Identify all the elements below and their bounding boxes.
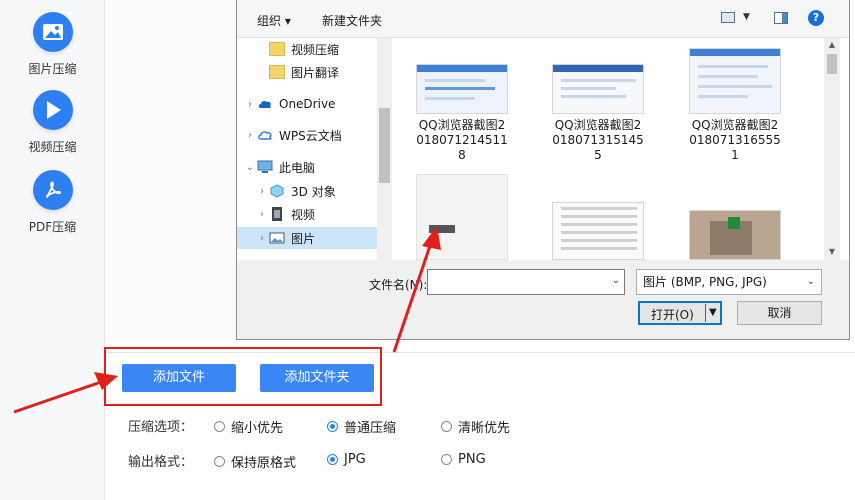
open-button[interactable]: 打开(O) ▼ xyxy=(638,301,722,325)
folder-icon xyxy=(269,65,285,79)
file-open-dialog: 组织 ▾ 新建文件夹 ▼ ? 视频压缩 图片翻译 › OneDrive › WP… xyxy=(236,0,850,340)
file-name: QQ浏览器截图20180713165551 xyxy=(689,118,781,162)
file-item[interactable]: QQ浏览器截图20180713165551 xyxy=(689,48,781,163)
file-thumbnail xyxy=(552,64,644,114)
chevron-down-icon[interactable]: ⌄ xyxy=(807,270,815,294)
file-name: QQ浏览器截图20180712145118 xyxy=(416,118,508,162)
cancel-button[interactable]: 取消 xyxy=(737,301,822,325)
file-list: QQ浏览器截图20180712145118 QQ浏览器截图20180713151… xyxy=(392,38,849,260)
cloud-icon xyxy=(258,100,271,108)
computer-icon xyxy=(257,160,273,173)
sidebar-item-label: 视频压缩 xyxy=(28,140,77,154)
sidebar-item-pdf-compress[interactable]: PDF压缩 xyxy=(0,170,105,235)
view-dropdown-icon[interactable]: ▼ xyxy=(743,12,750,22)
filename-label: 文件名(N): xyxy=(369,278,428,292)
nav-item-pictures[interactable]: › 图片 xyxy=(237,227,377,249)
file-list-scrollbar[interactable]: ▲ ▼ xyxy=(824,38,840,260)
radio-normal-compress[interactable]: 普通压缩 xyxy=(327,417,396,436)
radio-icon xyxy=(441,454,452,465)
scroll-up-icon[interactable]: ▲ xyxy=(824,38,840,52)
annotation-highlight-box xyxy=(104,347,382,406)
chevron-right-icon[interactable]: › xyxy=(255,186,269,197)
chevron-right-icon[interactable]: › xyxy=(255,233,269,244)
nav-scrollbar[interactable] xyxy=(377,38,392,260)
nav-item-videos[interactable]: › 视频 xyxy=(237,203,377,225)
sidebar-item-label: 图片压缩 xyxy=(28,62,77,76)
radio-selected-icon xyxy=(327,421,338,432)
filename-input[interactable]: ⌄ xyxy=(427,269,625,295)
output-format-label: 输出格式： xyxy=(128,455,194,470)
nav-item-onedrive[interactable]: › OneDrive xyxy=(237,93,377,115)
film-icon xyxy=(272,207,282,221)
sidebar-item-video-compress[interactable]: 视频压缩 xyxy=(0,90,105,155)
chevron-down-icon[interactable]: ⌄ xyxy=(612,275,620,286)
play-icon xyxy=(32,90,73,130)
open-dropdown-icon[interactable]: ▼ xyxy=(709,307,717,318)
file-item[interactable] xyxy=(689,210,781,260)
chevron-right-icon[interactable]: › xyxy=(243,130,257,141)
cube-icon xyxy=(270,184,284,198)
nav-item-video-compress[interactable]: 视频压缩 xyxy=(237,38,377,60)
compress-options-row: 压缩选项： xyxy=(128,416,214,435)
file-list-scroll-thumb[interactable] xyxy=(827,54,837,74)
chevron-down-icon[interactable]: ⌄ xyxy=(243,162,257,173)
help-icon[interactable]: ? xyxy=(808,10,824,26)
file-thumbnail xyxy=(689,210,781,260)
nav-scroll-thumb[interactable] xyxy=(379,108,390,183)
radio-keep-format[interactable]: 保持原格式 xyxy=(214,452,296,471)
radio-icon xyxy=(214,421,225,432)
nav-item-3d-objects[interactable]: › 3D 对象 xyxy=(237,180,377,202)
output-format-row: 输出格式： xyxy=(128,451,214,470)
pdf-icon xyxy=(32,170,73,210)
file-thumbnail xyxy=(416,64,508,114)
compress-options-label: 压缩选项： xyxy=(128,420,194,435)
nav-item-image-translate[interactable]: 图片翻译 xyxy=(237,61,377,83)
file-name: QQ浏览器截图20180713151455 xyxy=(552,118,644,162)
nav-item-this-pc[interactable]: ⌄ 此电脑 xyxy=(237,156,377,178)
file-item[interactable] xyxy=(416,174,508,260)
organize-button[interactable]: 组织 ▾ xyxy=(257,12,291,29)
sidebar-item-image-compress[interactable]: 图片压缩 xyxy=(0,12,105,77)
file-item[interactable]: QQ浏览器截图20180713151455 xyxy=(552,64,644,163)
radio-jpg[interactable]: JPG xyxy=(327,452,366,467)
file-type-filter[interactable]: 图片 (BMP, PNG, JPG) ⌄ xyxy=(636,269,822,295)
radio-png[interactable]: PNG xyxy=(441,452,486,467)
radio-clarity-first[interactable]: 清晰优先 xyxy=(441,417,510,436)
chevron-right-icon[interactable]: › xyxy=(255,209,269,220)
new-folder-button[interactable]: 新建文件夹 xyxy=(322,12,382,29)
radio-icon xyxy=(441,421,452,432)
chevron-right-icon[interactable]: › xyxy=(243,99,257,110)
preview-pane-icon[interactable] xyxy=(774,12,788,24)
view-options-icon[interactable] xyxy=(721,12,735,23)
navigation-pane: 视频压缩 图片翻译 › OneDrive › WPS云文档 ⌄ 此电脑 › 3D… xyxy=(237,38,392,260)
radio-icon xyxy=(214,456,225,467)
radio-shrink-first[interactable]: 缩小优先 xyxy=(214,417,283,436)
scroll-down-icon[interactable]: ▼ xyxy=(824,245,840,259)
picture-icon xyxy=(269,232,285,244)
dialog-toolbar: 组织 ▾ 新建文件夹 ▼ ? xyxy=(237,0,849,38)
app-sidebar: 图片压缩 视频压缩 PDF压缩 xyxy=(0,0,105,500)
cloud-outline-icon xyxy=(258,131,272,140)
file-thumbnail xyxy=(689,48,781,114)
file-item[interactable]: QQ浏览器截图20180712145118 xyxy=(416,64,508,163)
folder-icon xyxy=(269,42,285,56)
radio-selected-icon xyxy=(327,454,338,465)
file-thumbnail xyxy=(416,174,508,260)
nav-item-wps-cloud[interactable]: › WPS云文档 xyxy=(237,124,377,146)
sidebar-item-label: PDF压缩 xyxy=(28,220,77,234)
file-thumbnail xyxy=(552,202,644,260)
file-item[interactable] xyxy=(552,202,644,260)
image-icon xyxy=(32,12,73,52)
